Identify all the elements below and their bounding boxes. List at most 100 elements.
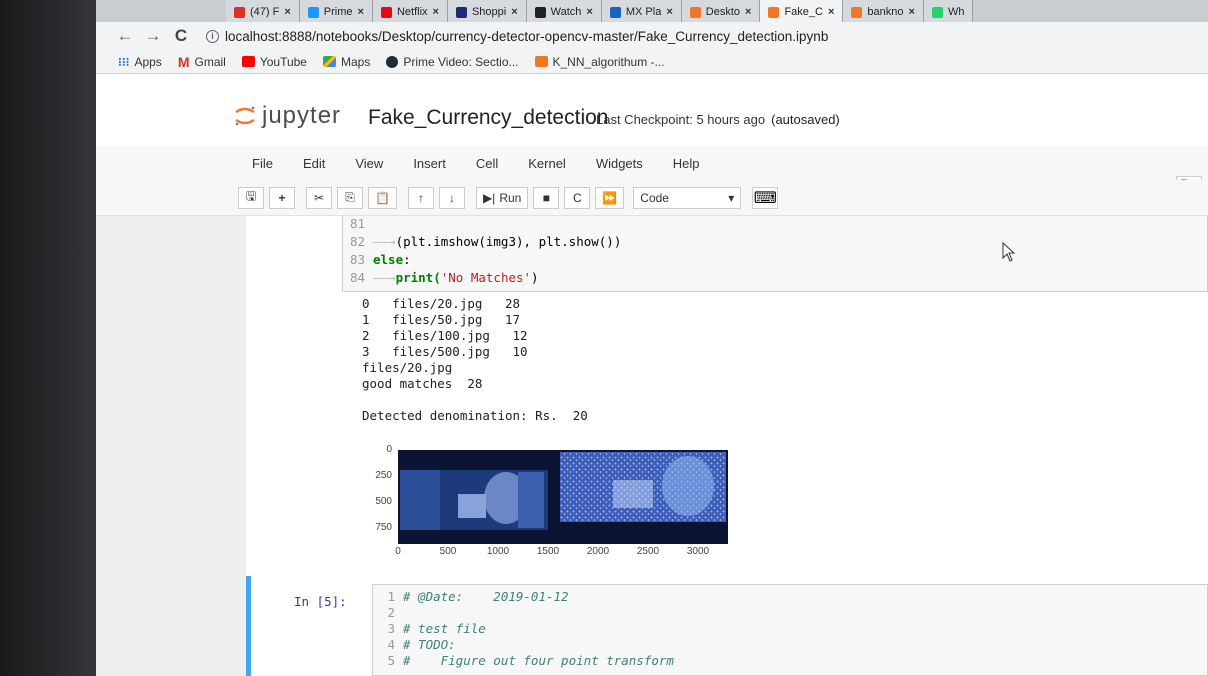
back-arrow-icon[interactable]: ←	[116, 26, 134, 46]
y-tick-label: 0	[386, 444, 392, 455]
jupyter-logo-icon	[235, 106, 255, 126]
bookmark-prime-video[interactable]: Prime Video: Sectio...	[386, 55, 519, 69]
insert-cell-icon[interactable]: +	[269, 186, 295, 209]
jupyter-logo[interactable]: jupyter	[234, 102, 341, 130]
output-line: 3 files/500.jpg 10	[362, 344, 528, 359]
reload-icon[interactable]: C	[172, 26, 190, 46]
menu-edit[interactable]: Edit	[303, 156, 325, 171]
browser-tab[interactable]: MX Pla ×	[601, 0, 682, 22]
bookmark-knn[interactable]: K_NN_algorithum -...	[534, 55, 665, 69]
menu-cell[interactable]: Cell	[476, 156, 498, 171]
prime-video-icon	[386, 55, 399, 68]
close-tab-icon[interactable]: ×	[828, 6, 834, 18]
banknote-match-image	[398, 450, 728, 544]
tab-favicon-icon	[307, 6, 319, 18]
code-line: 82 ——→ (plt.imshow(img3), plt.show())	[349, 234, 622, 249]
tab-label: Wh	[947, 6, 965, 18]
bookmark-gmail[interactable]: M Gmail	[178, 54, 226, 70]
code-line: 2	[387, 605, 395, 620]
code-line: 84 ——→ print('No Matches')	[349, 270, 539, 285]
move-down-icon[interactable]: ↓	[438, 186, 465, 209]
close-tab-icon[interactable]: ×	[586, 6, 592, 18]
output-line: good matches 28	[362, 376, 483, 391]
close-tab-icon[interactable]: ×	[284, 6, 290, 18]
code-editor[interactable]: 1 # @Date: 2019-01-12 2 3 # test file 4 # TODO…	[372, 584, 1208, 676]
menu-help[interactable]: Help	[673, 156, 700, 171]
youtube-icon	[241, 56, 255, 67]
paste-icon[interactable]: 📋	[368, 186, 397, 209]
cell-type-select[interactable]: Code ▾	[633, 186, 742, 209]
menu-file[interactable]: File	[252, 156, 273, 171]
info-icon[interactable]: i	[206, 29, 219, 43]
browser-tab[interactable]: Wh	[923, 0, 974, 22]
fast-forward-icon[interactable]: ⏩	[595, 186, 625, 209]
close-tab-icon[interactable]: ×	[745, 6, 751, 18]
address-bar[interactable]: i localhost:8888/notebooks/Desktop/curre…	[206, 29, 828, 44]
stop-icon[interactable]: ■	[533, 186, 560, 209]
output-line: 1 files/50.jpg 17	[362, 312, 521, 327]
chevron-down-icon: ▾	[728, 190, 735, 205]
code-line: 1 # @Date: 2019-01-12	[387, 589, 569, 604]
gmail-icon: M	[177, 53, 190, 70]
tab-strip: (47) F × Prime × Netflix × Shoppi × Watch × MX Pla…	[96, 0, 1208, 22]
cut-icon[interactable]: ✂	[306, 186, 332, 209]
menu-widgets[interactable]: Widgets	[596, 156, 643, 171]
restart-icon[interactable]: C	[564, 186, 591, 209]
browser-tab[interactable]: Fake_C ×	[760, 0, 844, 22]
copy-icon[interactable]: ⎘	[337, 186, 363, 209]
code-line: 5 # Figure out four point transform	[387, 653, 674, 668]
close-tab-icon[interactable]: ×	[433, 6, 439, 18]
code-line: 3 # test file	[387, 621, 486, 636]
tab-favicon-icon	[380, 6, 392, 18]
tab-label: Shoppi	[471, 6, 507, 18]
output-line: 0 files/20.jpg 28	[362, 296, 521, 311]
tab-favicon-icon	[234, 6, 245, 18]
tab-label: Watch	[550, 6, 582, 18]
close-tab-icon[interactable]: ×	[909, 6, 915, 18]
url-text: localhost:8888/notebooks/Desktop/currenc…	[225, 28, 829, 44]
y-tick-label: 250	[375, 470, 392, 482]
notebook-container: 81 82 ——→ (plt.imshow(img3), plt.show()) …	[246, 216, 1208, 676]
browser-window: (47) F × Prime × Netflix × Shoppi × Watch × MX Pla…	[96, 0, 1208, 676]
browser-tab[interactable]: (47) F ×	[226, 0, 300, 22]
keyboard-icon[interactable]: ⌨	[752, 186, 779, 209]
bookmark-apps[interactable]: ⁝⁝⁝ Apps	[118, 55, 162, 69]
y-tick-label: 500	[375, 496, 392, 508]
browser-tab[interactable]: Deskto ×	[681, 0, 761, 22]
notebook-area: 81 82 ——→ (plt.imshow(img3), plt.show()) …	[96, 216, 1208, 676]
run-icon: ▶|	[482, 190, 496, 205]
browser-tab[interactable]: bankno ×	[843, 0, 924, 22]
notebook-name[interactable]: Fake_Currency_detection	[368, 106, 608, 130]
bookmark-maps[interactable]: Maps	[322, 55, 370, 69]
move-up-icon[interactable]: ↑	[407, 186, 434, 209]
code-line: 81	[349, 216, 365, 231]
tab-favicon-icon	[534, 6, 546, 18]
cell-prompt: In [5]:	[294, 594, 347, 609]
tab-favicon-icon	[689, 6, 701, 18]
notebook-toolbar: 🖫 + ✂ ⎘ 📋 ↑ ↓ ▶| Run ■ C ⏩ Code ▾ ⌨	[96, 180, 1208, 216]
bookmarks-bar: ⁝⁝⁝ Apps M Gmail YouTube Maps Prime Vide…	[96, 50, 1208, 74]
close-tab-icon[interactable]: ×	[358, 6, 364, 18]
menu-insert[interactable]: Insert	[413, 156, 446, 171]
close-tab-icon[interactable]: ×	[511, 6, 517, 18]
forward-arrow-icon[interactable]: →	[144, 26, 162, 46]
browser-tab[interactable]: Netflix ×	[372, 0, 448, 22]
browser-tab[interactable]: Watch ×	[526, 0, 602, 22]
browser-tab[interactable]: Prime ×	[299, 0, 373, 22]
output-line: 2 files/100.jpg 12	[362, 328, 528, 343]
mouse-cursor-icon	[1002, 242, 1016, 262]
menu-kernel[interactable]: Kernel	[528, 156, 566, 171]
detected-denomination: Detected denomination: Rs. 20	[362, 408, 588, 423]
apps-grid-icon: ⁝⁝⁝	[118, 54, 130, 69]
close-tab-icon[interactable]: ×	[666, 6, 672, 18]
previous-code-cell[interactable]: 81 82 ——→ (plt.imshow(img3), plt.show()) …	[342, 216, 1208, 292]
browser-tab[interactable]: Shoppi ×	[447, 0, 527, 22]
menu-view[interactable]: View	[355, 156, 383, 171]
save-icon[interactable]: 🖫	[238, 186, 264, 209]
code-cell-5[interactable]: In [5]: 1 # @Date: 2019-01-12 2 3 # test fil…	[246, 576, 1208, 676]
run-button[interactable]: ▶| Run	[475, 186, 529, 209]
bookmark-youtube[interactable]: YouTube	[241, 55, 307, 69]
x-tick-label: 500	[439, 546, 457, 557]
x-tick-label: 0	[395, 546, 401, 557]
